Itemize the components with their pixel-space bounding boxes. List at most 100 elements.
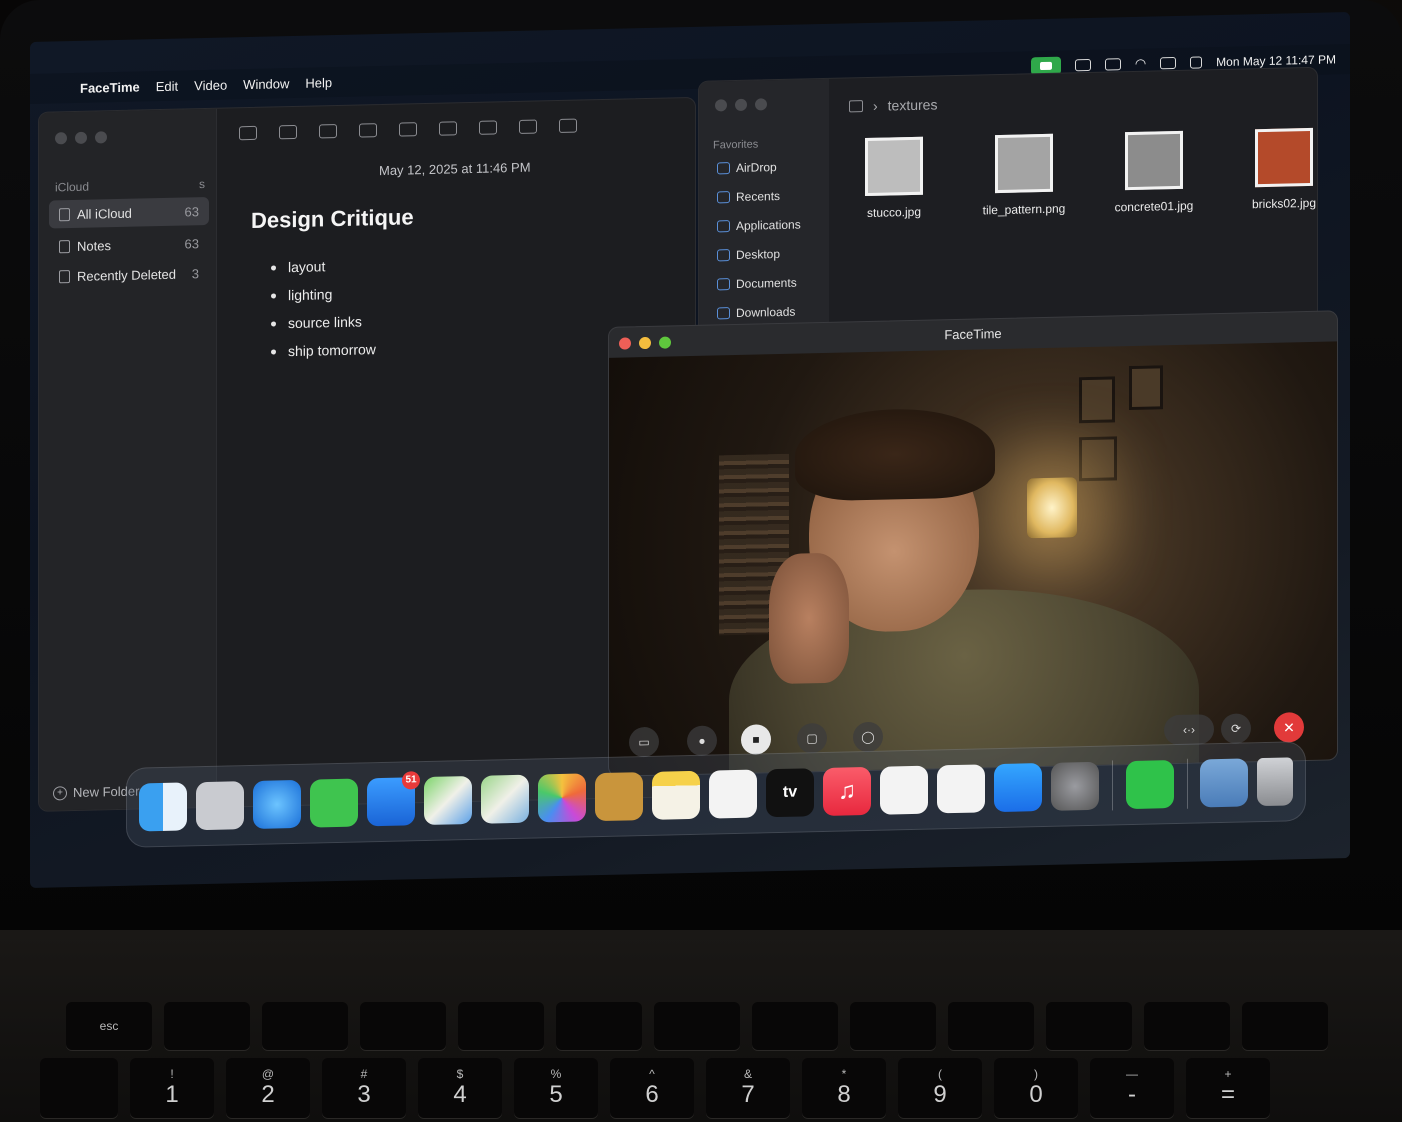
sidebar-item-downloads[interactable]: Downloads <box>717 305 795 321</box>
close-button[interactable] <box>619 337 631 350</box>
control-center-icon[interactable] <box>1160 56 1177 70</box>
key-equals[interactable]: + = <box>1186 1058 1270 1118</box>
minimize-button[interactable] <box>639 336 651 350</box>
freeform-icon[interactable] <box>880 765 928 815</box>
finder-icon[interactable] <box>139 782 187 832</box>
search-icon[interactable] <box>559 118 577 133</box>
close-button[interactable] <box>55 132 67 145</box>
key-7[interactable]: & 7 <box>706 1058 790 1118</box>
sidebar-icon[interactable]: ▭ <box>629 726 659 758</box>
apple-menu-icon[interactable] <box>46 80 62 96</box>
lock-icon[interactable] <box>439 121 457 136</box>
menu-facetime[interactable]: FaceTime <box>80 79 140 95</box>
microphone-icon[interactable]: ● <box>687 725 717 757</box>
note-bullet-list[interactable]: layout lighting source links ship tomorr… <box>271 251 376 365</box>
sidebar-item-notes[interactable]: Notes 63 <box>49 229 209 261</box>
facetime-icon[interactable] <box>1125 760 1174 810</box>
esc-key[interactable]: esc <box>66 1002 152 1050</box>
sidebar-item-recents[interactable]: Recents <box>717 189 780 204</box>
sidebar-item-desktop[interactable]: Desktop <box>717 247 780 262</box>
format-icon[interactable] <box>279 124 297 140</box>
menubar-clock[interactable]: Mon May 12 11:47 PM <box>1216 52 1336 69</box>
tv-icon[interactable]: tv <box>766 768 814 818</box>
audio-icon[interactable]: ‹·› <box>1164 714 1214 746</box>
f7-key[interactable] <box>752 1002 838 1050</box>
table-icon[interactable] <box>359 123 377 138</box>
notes-icon[interactable] <box>652 770 700 820</box>
storage-icon[interactable] <box>1104 58 1121 71</box>
key-1[interactable]: ! 1 <box>130 1058 214 1118</box>
f2-key[interactable] <box>262 1002 348 1050</box>
menu-help[interactable]: Help <box>305 75 332 91</box>
photos-icon[interactable] <box>538 773 586 823</box>
minimize-button[interactable] <box>75 131 87 144</box>
list-item[interactable]: source links <box>271 307 376 337</box>
compose-icon[interactable] <box>239 125 257 141</box>
key-2[interactable]: @2 <box>226 1058 310 1118</box>
reminders-icon[interactable] <box>709 769 757 819</box>
settings-gear-icon[interactable] <box>1051 761 1099 811</box>
key-0[interactable]: ) 0 <box>994 1058 1078 1118</box>
zoom-button[interactable] <box>659 336 671 349</box>
key-9[interactable]: (9 <box>898 1058 982 1118</box>
f4-key[interactable] <box>458 1002 544 1050</box>
file-item[interactable]: tile_pattern.png <box>979 133 1069 217</box>
checklist-icon[interactable] <box>319 124 337 139</box>
find-my-icon[interactable] <box>481 774 529 824</box>
share-icon[interactable] <box>519 119 537 134</box>
key-6[interactable]: ^ 6 <box>610 1058 694 1118</box>
menu-edit[interactable]: Edit <box>156 78 178 94</box>
key-8[interactable]: * 8 <box>802 1058 886 1118</box>
launchpad-icon[interactable] <box>196 781 244 831</box>
end-call-icon[interactable]: ✕ <box>1274 712 1304 743</box>
close-button[interactable] <box>715 99 727 112</box>
f8-key[interactable] <box>850 1002 936 1050</box>
screen-mirroring-icon[interactable] <box>1074 58 1091 72</box>
menu-window[interactable]: Window <box>243 76 289 92</box>
user-icon[interactable] <box>1190 56 1203 69</box>
backtick-key[interactable] <box>40 1058 118 1118</box>
minimize-button[interactable] <box>735 98 747 112</box>
sidebar-item-recently-deleted[interactable]: Recently Deleted 3 <box>49 259 209 291</box>
flip-camera-icon[interactable]: ⟳ <box>1221 713 1251 744</box>
maps-icon[interactable] <box>424 775 472 826</box>
zoom-button[interactable] <box>95 131 107 144</box>
zoom-button[interactable] <box>755 98 767 111</box>
file-item[interactable]: bricks02.jpg <box>1239 127 1318 212</box>
f1-key[interactable] <box>164 1002 250 1050</box>
messages-icon[interactable] <box>310 778 358 828</box>
f9-key[interactable] <box>948 1002 1034 1050</box>
downloads-folder-icon[interactable] <box>1200 758 1248 808</box>
news-icon[interactable] <box>937 764 985 814</box>
key-minus[interactable]: — - <box>1090 1058 1174 1118</box>
f3-key[interactable] <box>360 1002 446 1050</box>
app-store-icon[interactable] <box>994 763 1042 813</box>
collaborate-icon[interactable] <box>479 120 497 135</box>
sidebar-item-documents[interactable]: Documents <box>717 276 797 292</box>
list-item[interactable]: layout <box>271 251 376 281</box>
music-icon[interactable]: ♫ <box>823 766 871 817</box>
f6-key[interactable] <box>654 1002 740 1050</box>
safari-icon[interactable] <box>253 779 301 829</box>
file-item[interactable]: concrete01.jpg <box>1109 130 1199 214</box>
f12-key[interactable] <box>1242 1002 1328 1050</box>
trash-icon[interactable] <box>1257 757 1293 807</box>
mail-icon[interactable]: 51 <box>367 771 420 827</box>
f10-key[interactable] <box>1046 1002 1132 1050</box>
file-item[interactable]: stucco.jpg <box>849 136 939 220</box>
f5-key[interactable] <box>556 1002 642 1050</box>
key-4[interactable]: $4 <box>418 1058 502 1118</box>
list-item[interactable]: lighting <box>271 279 376 309</box>
key-5[interactable]: % 5 <box>514 1058 598 1118</box>
effects-icon[interactable]: ◯ <box>853 721 883 753</box>
media-icon[interactable] <box>399 122 417 137</box>
f11-key[interactable] <box>1144 1002 1230 1050</box>
sidebar-item-all-icloud[interactable]: All iCloud 63 <box>49 196 209 229</box>
wifi-icon[interactable]: ◠ <box>1135 56 1146 72</box>
sidebar-item-airdrop[interactable]: AirDrop <box>717 160 777 175</box>
menu-video[interactable]: Video <box>194 77 227 93</box>
video-icon[interactable]: ■ <box>741 724 771 755</box>
key-3[interactable]: #3 <box>322 1058 406 1118</box>
list-item[interactable]: ship tomorrow <box>271 335 376 365</box>
contacts-icon[interactable] <box>595 772 643 822</box>
